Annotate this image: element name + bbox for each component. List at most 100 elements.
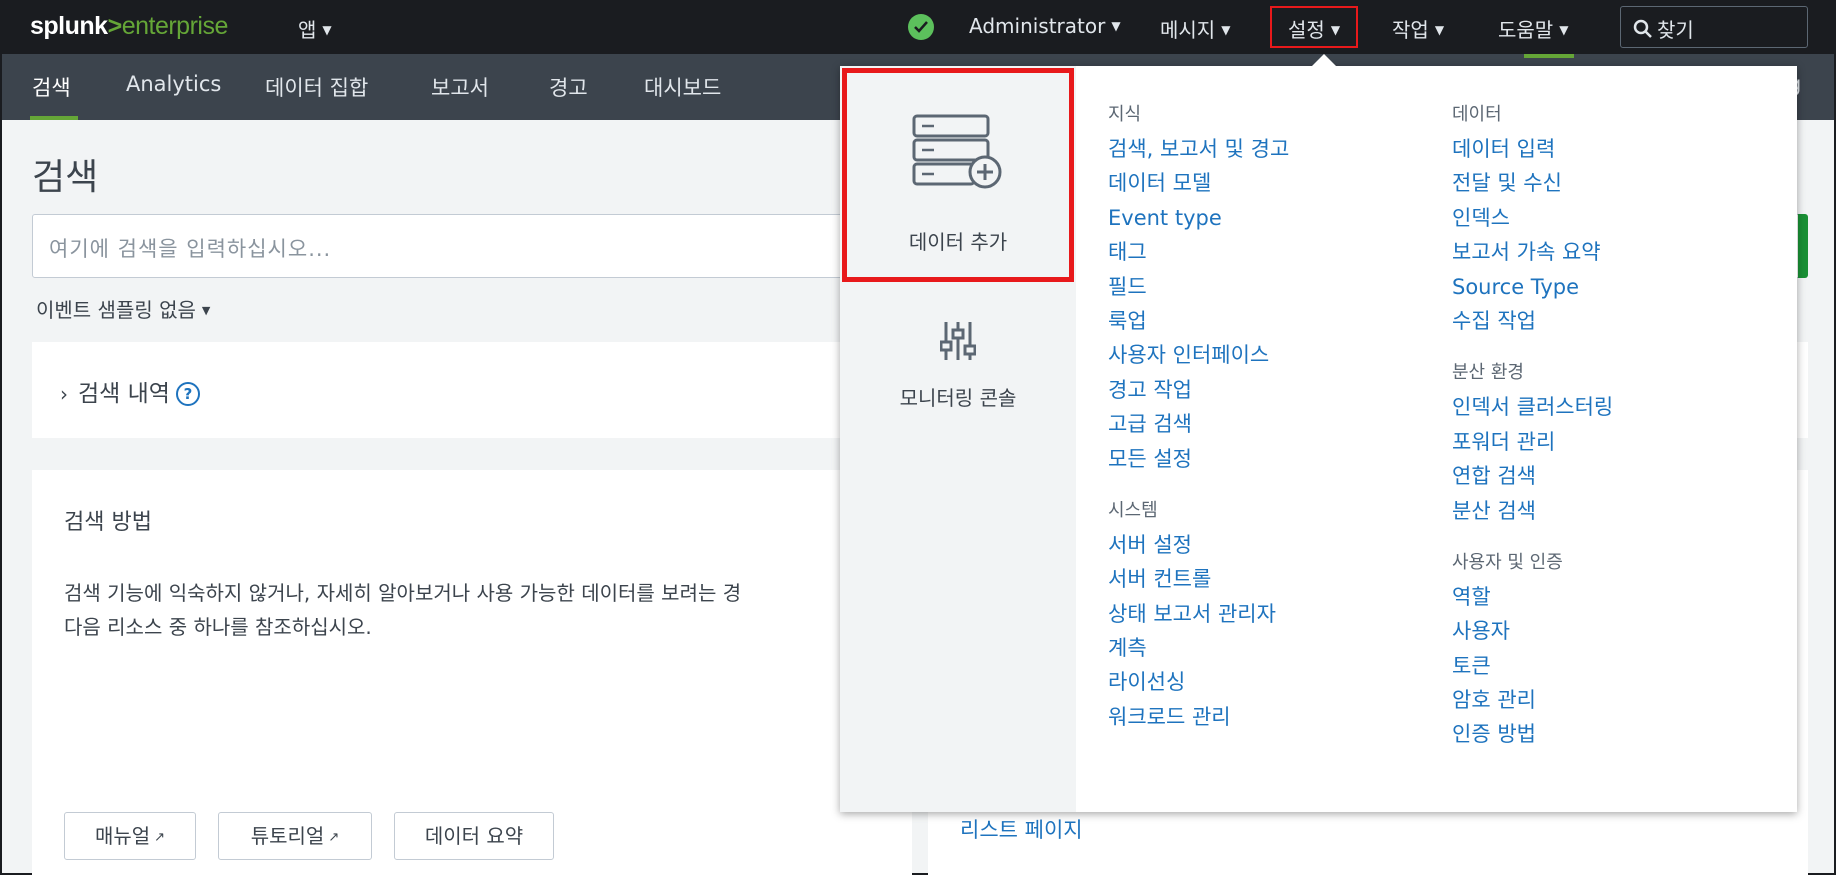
caret-down-icon: ▼	[1559, 23, 1569, 37]
menu-link-lookups[interactable]: 룩업	[1108, 304, 1289, 338]
messages-label: 메시지	[1160, 18, 1216, 42]
help-label: 도움말	[1498, 18, 1554, 42]
nav-tab-alerts[interactable]: 경고	[549, 72, 588, 102]
menu-link-authentication-methods[interactable]: 인증 방법	[1452, 717, 1613, 751]
menu-link-health-report-manager[interactable]: 상태 보고서 관리자	[1108, 597, 1289, 631]
logo-enterprise-text: enterprise	[121, 12, 229, 40]
menu-link-report-acceleration[interactable]: 보고서 가속 요약	[1452, 235, 1613, 269]
tutorial-label: 튜토리얼	[250, 824, 325, 848]
sampling-label: 이벤트 샘플링 없음	[36, 298, 196, 322]
section-heading-system: 시스템	[1108, 499, 1158, 521]
chevron-right-icon: ›	[60, 382, 68, 406]
menu-link-forwarding-receiving[interactable]: 전달 및 수신	[1452, 166, 1613, 200]
user-menu[interactable]: Administrator ▼	[969, 14, 1121, 38]
menu-link-user-interface[interactable]: 사용자 인터페이스	[1108, 338, 1289, 372]
how-text-line-2: 다음 리소스 중 하나를 참조하십시오.	[64, 615, 372, 639]
caret-down-icon: ▼	[1221, 23, 1231, 37]
settings-menu[interactable]: 설정 ▼	[1288, 14, 1340, 43]
menu-link-forwarder-management[interactable]: 포워더 관리	[1452, 425, 1613, 459]
logo-splunk-text: splunk	[30, 12, 108, 40]
apps-label: 앱	[298, 18, 317, 42]
menu-link-tokens[interactable]: 토큰	[1452, 649, 1613, 683]
nav-tab-datasets[interactable]: 데이터 집합	[265, 72, 368, 102]
how-to-search-text: 검색 기능에 익숙하지 않거나, 자세히 알아보거나 사용 가능한 데이터를 보…	[64, 576, 854, 644]
nav-tab-analytics[interactable]: Analytics	[126, 72, 221, 96]
caret-down-icon: ▼	[322, 23, 332, 37]
menu-link-alert-actions[interactable]: 경고 작업	[1108, 373, 1289, 407]
menu-link-ingest-actions[interactable]: 수집 작업	[1452, 304, 1613, 338]
search-icon	[1633, 19, 1652, 38]
caret-down-icon: ▼	[201, 304, 211, 317]
page-title: 검색	[32, 157, 99, 198]
menu-link-distributed-search[interactable]: 분산 검색	[1452, 494, 1613, 528]
nav-tab-reports[interactable]: 보고서	[431, 72, 489, 102]
search-placeholder: 여기에 검색을 입력하십시오...	[49, 237, 332, 261]
section-heading-data: 데이터	[1452, 104, 1502, 125]
menu-link-roles[interactable]: 역할	[1452, 580, 1613, 614]
section-heading-distributed: 분산 환경	[1452, 362, 1524, 384]
apps-menu[interactable]: 앱 ▼	[298, 14, 332, 43]
menu-link-instrumentation[interactable]: 계측	[1108, 631, 1289, 665]
menu-link-password-management[interactable]: 암호 관리	[1452, 683, 1613, 717]
caret-down-icon: ▼	[1434, 23, 1445, 37]
event-sampling-dropdown[interactable]: 이벤트 샘플링 없음 ▼	[36, 294, 210, 323]
nav-tab-search[interactable]: 검색	[32, 72, 71, 102]
menu-link-all-configurations[interactable]: 모든 설정	[1108, 442, 1289, 476]
section-heading-knowledge: 지식	[1108, 104, 1142, 125]
add-data-label: 데이터 추가	[908, 230, 1008, 254]
settings-column-2: 데이터 데이터 입력 전달 및 수신 인덱스 보고서 가속 요약 Source …	[1452, 98, 1613, 752]
menu-link-fields[interactable]: 필드	[1108, 270, 1289, 304]
messages-menu[interactable]: 메시지 ▼	[1160, 14, 1230, 43]
menu-link-indexes[interactable]: 인덱스	[1452, 201, 1613, 235]
menu-link-data-inputs[interactable]: 데이터 입력	[1452, 132, 1613, 166]
menu-link-federated-search[interactable]: 연합 검색	[1452, 459, 1613, 493]
menu-link-event-types[interactable]: Event type	[1108, 201, 1289, 235]
monitoring-console-tile[interactable]: 모니터링 콘솔	[840, 312, 1076, 422]
activity-label: 작업	[1392, 18, 1429, 42]
settings-dropdown: 데이터 추가 모니터링 콘솔 지식 검색, 보고서 및 경고 데이터 모델 Ev…	[840, 66, 1797, 812]
external-link-icon: ↗	[154, 830, 166, 845]
server-add-icon	[912, 114, 1002, 189]
menu-link-data-models[interactable]: 데이터 모델	[1108, 166, 1289, 200]
menu-link-tags[interactable]: 태그	[1108, 235, 1289, 269]
menu-link-licensing[interactable]: 라이선싱	[1108, 665, 1289, 699]
help-menu[interactable]: 도움말 ▼	[1498, 14, 1568, 43]
help-circle-icon[interactable]: ?	[175, 382, 200, 406]
caret-down-icon: ▼	[1330, 23, 1341, 37]
menu-link-server-settings[interactable]: 서버 설정	[1108, 528, 1289, 562]
how-text-line-1: 검색 기능에 익숙하지 않거나, 자세히 알아보거나 사용 가능한 데이터를 보…	[64, 581, 742, 605]
caret-down-icon: ▼	[1111, 19, 1121, 33]
dropdown-pointer	[1312, 54, 1336, 66]
user-label: Administrator	[969, 14, 1106, 38]
data-summary-button[interactable]: 데이터 요약	[394, 812, 554, 860]
active-tab-indicator	[30, 116, 78, 120]
menu-link-indexer-clustering[interactable]: 인덱서 클러스터링	[1452, 390, 1613, 424]
nav-tab-dashboards[interactable]: 대시보드	[644, 72, 721, 102]
splunk-logo[interactable]: splunk>enterprise	[30, 12, 228, 41]
find-label: 찾기	[1657, 18, 1694, 42]
top-bar: splunk>enterprise 앱 ▼ Administrator ▼ 메시지 ▼…	[2, 2, 1834, 54]
section-heading-users-auth: 사용자 및 인증	[1452, 551, 1563, 573]
activity-menu[interactable]: 작업 ▼	[1392, 14, 1444, 43]
menu-link-workload-management[interactable]: 워크로드 관리	[1108, 700, 1289, 734]
manual-button[interactable]: 매뉴얼 ↗	[64, 812, 196, 860]
check-circle-icon[interactable]	[908, 14, 934, 40]
nav-right-indicator	[1524, 54, 1574, 58]
menu-link-searches-reports-alerts[interactable]: 검색, 보고서 및 경고	[1108, 132, 1289, 166]
settings-column-1: 지식 검색, 보고서 및 경고 데이터 모델 Event type 태그 필드 …	[1108, 98, 1289, 734]
menu-link-users[interactable]: 사용자	[1452, 614, 1613, 648]
list-page-link[interactable]: 리스트 페이지	[960, 814, 1083, 844]
manual-label: 매뉴얼	[94, 824, 151, 848]
menu-link-advanced-search[interactable]: 고급 검색	[1108, 407, 1289, 441]
search-submit-button[interactable]	[1798, 214, 1808, 278]
tutorial-button[interactable]: 튜토리얼 ↗	[218, 812, 372, 860]
find-input[interactable]: 찾기	[1620, 6, 1808, 48]
add-data-tile[interactable]: 데이터 추가	[840, 66, 1076, 284]
menu-link-source-types[interactable]: Source Type	[1452, 270, 1613, 304]
menu-link-server-controls[interactable]: 서버 컨트롤	[1108, 562, 1289, 596]
search-history-toggle[interactable]: › 검색 내역?	[60, 374, 200, 408]
external-link-icon: ↗	[328, 830, 340, 845]
